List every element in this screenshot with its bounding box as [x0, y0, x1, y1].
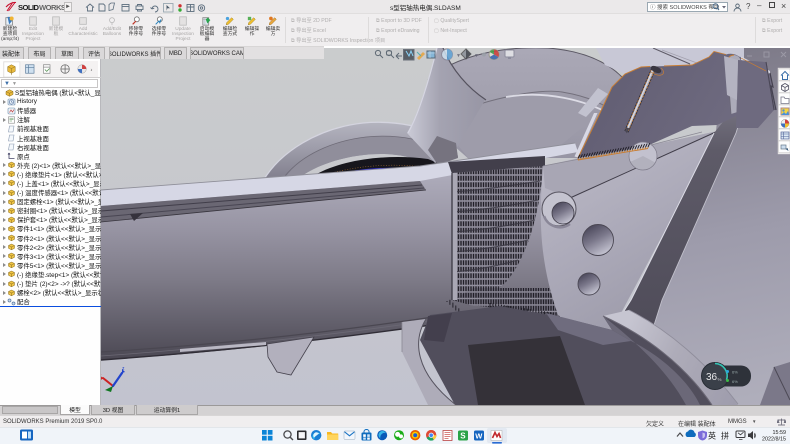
- svg-text:W: W: [475, 432, 483, 441]
- svg-text:拼: 拼: [721, 431, 729, 441]
- svg-text:›: ›: [91, 67, 93, 73]
- svg-text:%: %: [718, 377, 722, 382]
- svg-text:2022/8/15: 2022/8/15: [762, 437, 786, 443]
- svg-text:S: S: [460, 432, 466, 441]
- svg-text:15:59: 15:59: [773, 430, 787, 436]
- svg-text:▼: ▼: [456, 53, 461, 59]
- svg-text:英: 英: [708, 431, 716, 441]
- svg-text:6%: 6%: [732, 379, 738, 384]
- svg-text:WORKS: WORKS: [39, 3, 66, 12]
- svg-text:SOLID: SOLID: [18, 3, 40, 12]
- svg-text:▼: ▼: [474, 53, 479, 59]
- svg-text:6%: 6%: [732, 370, 738, 375]
- svg-text:36: 36: [706, 372, 718, 383]
